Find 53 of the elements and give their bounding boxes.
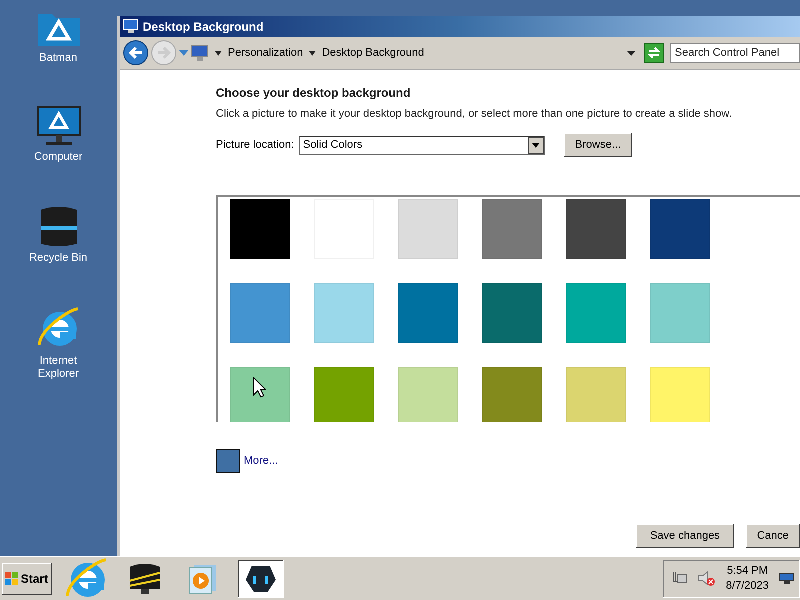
breadcrumb-item[interactable]: Personalization xyxy=(228,47,304,59)
color-swatch[interactable] xyxy=(650,199,710,259)
action-button[interactable]: Cance xyxy=(746,524,800,548)
browse-button[interactable]: Browse... xyxy=(564,133,632,157)
section-heading: Choose your desktop background xyxy=(216,86,412,100)
color-swatch[interactable] xyxy=(482,367,542,422)
caret-icon[interactable] xyxy=(627,50,636,56)
color-swatch[interactable] xyxy=(314,283,374,343)
color-swatch[interactable] xyxy=(566,367,626,422)
icon-label: Internet Explorer xyxy=(37,355,80,381)
address-bar[interactable]: Personalization Desktop Background xyxy=(191,43,642,63)
start-button[interactable]: Start xyxy=(2,562,52,594)
icon-label: Batman xyxy=(38,52,78,65)
display-icon[interactable] xyxy=(779,572,795,584)
color-swatch[interactable] xyxy=(482,199,542,259)
color-swatch[interactable] xyxy=(650,367,710,422)
color-swatch[interactable] xyxy=(216,449,240,473)
color-swatch[interactable] xyxy=(566,283,626,343)
dropdown-arrow-icon[interactable] xyxy=(532,142,540,148)
color-swatch[interactable] xyxy=(482,283,542,343)
taskbar-app[interactable] xyxy=(238,560,284,598)
description-text: Click a picture to make it your desktop background, or select more than one picture to create a slide show. xyxy=(216,108,734,120)
monitor-icon[interactable] xyxy=(36,105,82,147)
color-swatch[interactable] xyxy=(650,283,710,343)
field-label: Picture location: xyxy=(216,139,294,151)
monitor-icon xyxy=(123,19,139,34)
speaker-muted-icon[interactable] xyxy=(698,570,716,586)
location-dropdown[interactable]: Solid Colors xyxy=(299,136,546,154)
back-icon[interactable] xyxy=(123,40,149,66)
network-icon[interactable] xyxy=(672,570,688,586)
mouse-pointer-icon xyxy=(253,377,266,398)
color-swatch[interactable] xyxy=(566,199,626,259)
color-swatch[interactable] xyxy=(398,283,458,343)
caret-icon[interactable] xyxy=(309,50,316,56)
windows-logo-icon xyxy=(5,572,19,585)
refresh-icon[interactable] xyxy=(644,43,664,63)
window-title: Desktop Background xyxy=(143,20,264,34)
color-swatch[interactable] xyxy=(230,367,290,422)
monitor-icon xyxy=(191,44,209,62)
color-swatch[interactable] xyxy=(230,283,290,343)
color-swatch[interactable] xyxy=(398,367,458,422)
clock-date[interactable]: 8/7/2023 xyxy=(726,578,769,594)
clock-time[interactable]: 5:54 PM xyxy=(727,564,768,578)
action-button[interactable]: Save changes xyxy=(636,524,734,548)
breadcrumb-item[interactable]: Desktop Background xyxy=(322,47,424,59)
icon-label: Recycle Bin xyxy=(28,252,89,265)
color-swatch[interactable] xyxy=(314,367,374,422)
color-swatch[interactable] xyxy=(230,199,290,259)
caret-icon[interactable] xyxy=(215,50,222,56)
search-field[interactable]: Search Control Panel xyxy=(670,43,800,63)
more-link[interactable]: More... xyxy=(244,455,278,467)
icon-label: Computer xyxy=(33,151,84,164)
color-swatch[interactable] xyxy=(398,199,458,259)
